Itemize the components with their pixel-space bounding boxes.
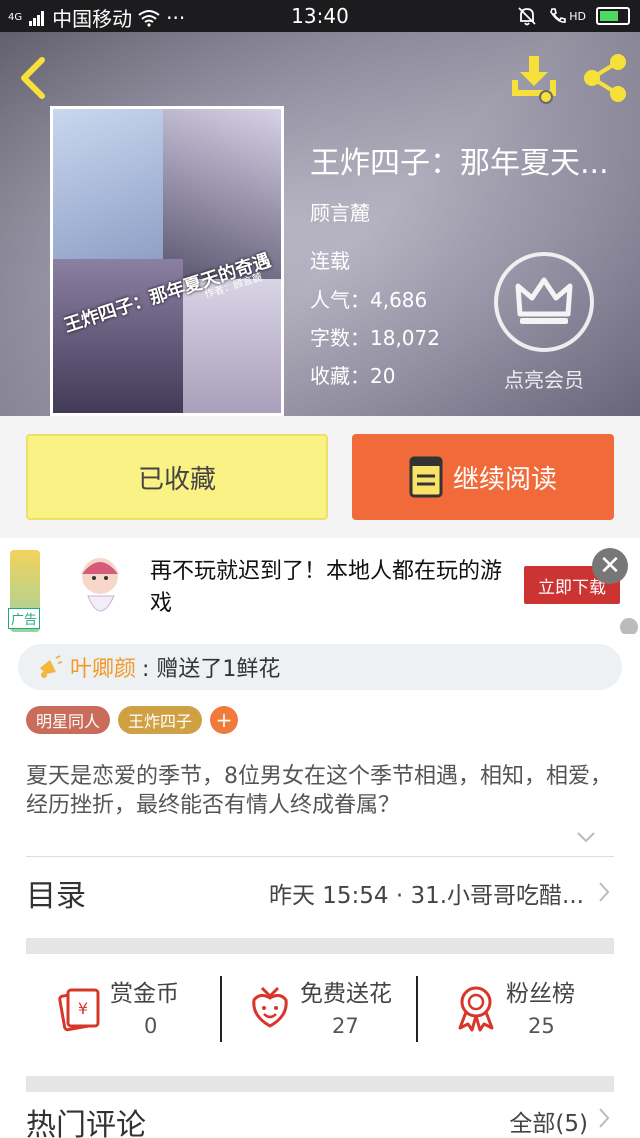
download-icon[interactable] [508, 52, 560, 104]
megaphone-icon [40, 655, 62, 678]
gift-action: : 赠送了1鲜花 [142, 657, 281, 682]
ad-banner[interactable]: 广告 再不玩就迟到了！本地人都在玩的游戏 立即下载 ✕ [0, 538, 640, 636]
popularity: 人气：4,686 [310, 284, 427, 313]
chevron-down-icon[interactable] [576, 830, 596, 844]
book-header: 王炸四子：那年夏天的奇遇 作者：顾言麓 王炸四子：那年夏天... 顾言麓 连载 … [0, 32, 640, 416]
action-bar: 已收藏 继续阅读 [0, 416, 640, 538]
ad-illustration [82, 558, 118, 612]
hot-comments-title: 热门评论 [26, 1108, 146, 1138]
favorites-value: 20 [370, 364, 396, 388]
mute-bell-icon [518, 7, 536, 26]
tag-item[interactable]: 王炸四子 [118, 706, 203, 734]
hd-call-icon [550, 8, 567, 23]
chevron-right-icon [599, 882, 610, 902]
book-author[interactable]: 顾言麓 [310, 197, 370, 226]
free-flowers-label: 免费送花 [300, 981, 392, 1007]
reward-coins-value: 0 [144, 1014, 158, 1038]
share-icon[interactable] [580, 52, 630, 104]
vip-label[interactable]: 点亮会员 [494, 364, 594, 393]
serial-status: 连载 [310, 249, 350, 273]
word-count-label: 字数： [310, 326, 370, 350]
book-description: 夏天是恋爱的季节，8位男女在这个季节相遇，相知，相爱，经历挫折，最终能否有情人终… [26, 764, 612, 818]
all-comments-link[interactable]: 全部(5) [509, 1104, 588, 1138]
collected-label: 已收藏 [137, 464, 216, 495]
reward-coins[interactable]: ¥ 赏金币 0 [54, 966, 234, 1056]
stats-row: ¥ 赏金币 0 免费送花 27 粉丝榜 25 [26, 966, 614, 1056]
section-separator [26, 1076, 614, 1092]
free-flowers[interactable]: 免费送花 27 [244, 966, 424, 1056]
popularity-value: 4,686 [370, 288, 428, 312]
free-flowers-value: 27 [332, 1014, 359, 1038]
cover-photo [183, 279, 281, 413]
gift-user-name[interactable]: 叶卿颜 [70, 651, 136, 683]
table-of-contents-row[interactable]: 目录 昨天 15:54 · 31.小哥哥吃醋... [26, 856, 614, 930]
continue-reading-button[interactable]: 继续阅读 [352, 434, 614, 520]
divider [416, 976, 418, 1042]
book-icon [409, 456, 443, 498]
close-icon[interactable]: ✕ [592, 548, 628, 584]
divider [220, 976, 222, 1042]
toc-title: 目录 [26, 879, 86, 914]
popularity-label: 人气： [310, 288, 370, 312]
tag-item[interactable]: 明星同人 [26, 706, 111, 734]
add-tag-icon[interactable]: + [210, 706, 239, 734]
cover-photo [53, 109, 163, 259]
favorites-label: 收藏： [310, 364, 370, 388]
medal-icon [458, 986, 494, 1032]
tag-list: 明星同人 王炸四子 + [26, 706, 239, 734]
back-icon[interactable] [14, 54, 54, 102]
collected-button[interactable]: 已收藏 [26, 434, 328, 520]
reward-coins-label: 赏金币 [110, 981, 179, 1007]
latest-chapter: 昨天 15:54 · 31.小哥哥吃醋... [268, 883, 584, 909]
gift-notice: 叶卿颜 : 赠送了1鲜花 [18, 644, 622, 690]
book-cover: 王炸四子：那年夏天的奇遇 作者：顾言麓 [50, 106, 284, 416]
hd-label: HD [569, 9, 586, 23]
hot-comments-header[interactable]: 热门评论 全部(5) [26, 1096, 614, 1138]
section-separator [26, 938, 614, 954]
battery-icon [596, 7, 630, 25]
fan-ranking-value: 25 [528, 1014, 555, 1038]
book-detail-content: 叶卿颜 : 赠送了1鲜花 明星同人 王炸四子 + 夏天是恋爱的季节，8位男女在这… [0, 634, 640, 1138]
status-bar: 4G 中国移动 ··· 13:40 HD [0, 0, 640, 32]
book-title: 王炸四子：那年夏天... [310, 146, 609, 181]
flower-icon [252, 986, 288, 1028]
word-count: 字数：18,072 [310, 322, 440, 351]
continue-reading-label: 继续阅读 [452, 464, 557, 495]
ad-text: 再不玩就迟到了！本地人都在玩的游戏 [150, 559, 503, 616]
word-count-value: 18,072 [370, 326, 440, 350]
fan-ranking-label: 粉丝榜 [506, 981, 575, 1007]
vip-button[interactable] [494, 252, 594, 352]
red-envelope-icon: ¥ [58, 988, 100, 1032]
crown-icon [515, 277, 573, 324]
chevron-right-icon [599, 1108, 610, 1128]
svg-text:¥: ¥ [78, 999, 88, 1018]
favorites-count: 收藏：20 [310, 360, 395, 389]
ad-tag: 广告 [8, 608, 41, 629]
fan-ranking[interactable]: 粉丝榜 25 [450, 966, 614, 1056]
